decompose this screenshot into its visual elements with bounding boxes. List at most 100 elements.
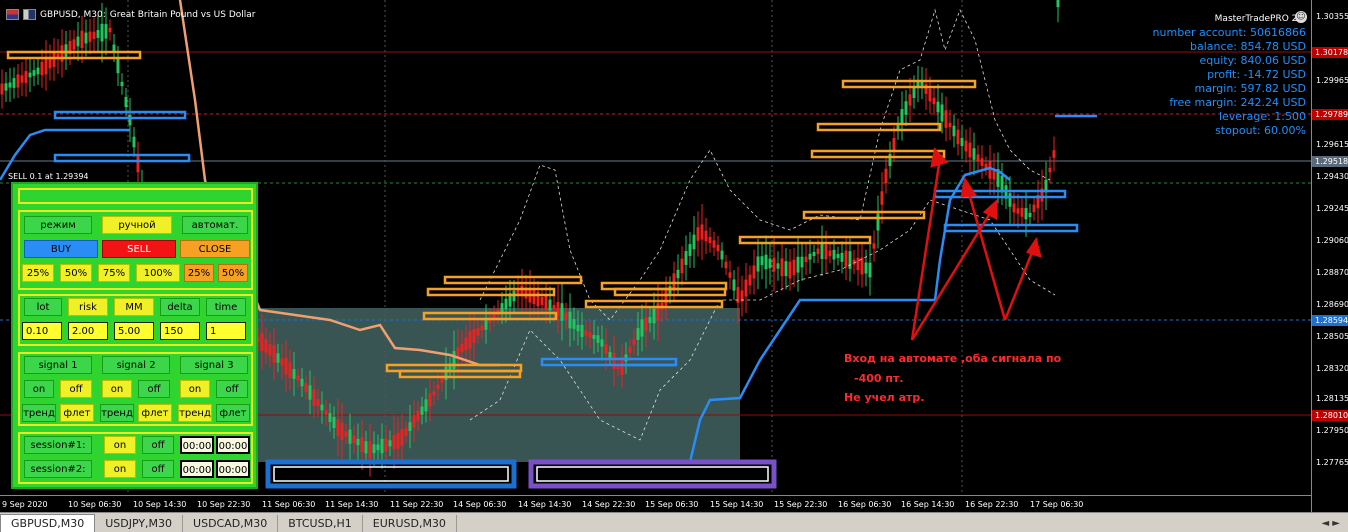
time-tick: 11 Sep 22:30 — [390, 500, 444, 509]
tab-scroll-arrows[interactable]: ◄ ► — [1321, 518, 1340, 529]
close-pct-50-button[interactable]: 50% — [218, 264, 248, 282]
price-tick: 1.30355 — [1316, 12, 1348, 21]
candle-body — [568, 311, 572, 329]
price-tick: 1.28135 — [1316, 394, 1348, 403]
candle-body — [336, 419, 340, 436]
candle-body — [952, 125, 956, 137]
time-tick: 10 Sep 22:30 — [197, 500, 251, 509]
candle-body — [372, 444, 376, 454]
time-tick: 9 Sep 2020 — [2, 500, 48, 509]
signal-2-off-button[interactable]: off — [138, 380, 170, 398]
time-label: time — [206, 298, 246, 316]
buy-button[interactable]: BUY — [24, 240, 98, 258]
candle-body — [1024, 208, 1028, 220]
candle-body — [712, 240, 716, 248]
candle-body — [92, 31, 96, 39]
auto-mode-button[interactable]: автомат. — [182, 216, 248, 234]
price-tick: 1.29060 — [1316, 236, 1348, 245]
candle-body — [936, 101, 940, 113]
buy-pct-75-button[interactable]: 75% — [98, 264, 130, 282]
time-tick: 16 Sep 06:30 — [838, 500, 892, 509]
candle-body — [480, 325, 484, 331]
candle-body — [312, 389, 316, 406]
lot-label: lot — [24, 298, 62, 316]
time-tick: 10 Sep 06:30 — [68, 500, 122, 509]
signal-1-trend-button[interactable]: тренд — [22, 404, 56, 422]
control-panel: режим ручной автомат. BUY SELL CLOSE 25%… — [11, 182, 258, 489]
candle-body — [644, 317, 648, 331]
buy-pct-25-button[interactable]: 25% — [22, 264, 54, 282]
candle-body — [376, 444, 380, 451]
candle-body — [116, 58, 120, 74]
candle-body — [592, 334, 596, 340]
time-input[interactable]: 1 — [206, 322, 246, 340]
annotation-line-1: Вход на автомате ,оба сигнала по — [844, 352, 1062, 365]
session-1-end-input[interactable]: 00:00 — [216, 436, 250, 454]
mm-input[interactable]: 5.00 — [114, 322, 154, 340]
sell-button[interactable]: SELL — [102, 240, 176, 258]
candle-body — [560, 303, 564, 321]
signal-2-trend-button[interactable]: тренд — [100, 404, 134, 422]
signal-1-on-button[interactable]: on — [24, 380, 54, 398]
candle-body — [100, 23, 104, 42]
candle-body — [736, 287, 740, 303]
signal-3-trend-button[interactable]: тренд — [178, 404, 212, 422]
candle-body — [572, 319, 576, 329]
mode-label: режим — [24, 216, 92, 234]
candle-body — [264, 339, 268, 353]
candle-body — [844, 250, 848, 267]
risk-input[interactable]: 2.00 — [68, 322, 108, 340]
candle-body — [820, 242, 824, 259]
candle-body — [120, 81, 124, 87]
candle-body — [12, 78, 16, 88]
tab-eurusd[interactable]: EURUSD,M30 — [363, 515, 457, 532]
time-tick: 15 Sep 22:30 — [774, 500, 828, 509]
candle-body — [576, 324, 580, 332]
tab-gbpusd[interactable]: GBPUSD,M30 — [0, 514, 96, 532]
close-pct-25-button[interactable]: 25% — [184, 264, 214, 282]
candle-body — [756, 256, 760, 272]
buy-pct-100-button[interactable]: 100% — [136, 264, 180, 282]
price-tag: 1.29789 — [1312, 109, 1348, 120]
account-line: free margin: 242.24 USD — [1169, 96, 1306, 109]
session-1-off-button[interactable]: off — [142, 436, 174, 454]
tab-btcusd[interactable]: BTCUSD,H1 — [278, 515, 363, 532]
candle-body — [856, 257, 860, 271]
manual-mode-button[interactable]: ручной — [102, 216, 172, 234]
signal-1-off-button[interactable]: off — [60, 380, 92, 398]
candle-body — [800, 256, 804, 268]
session-1-on-button[interactable]: on — [104, 436, 136, 454]
session-2-start-input[interactable]: 00:00 — [180, 460, 214, 478]
candle-body — [504, 298, 508, 310]
candle-body — [428, 393, 432, 407]
candle-body — [552, 304, 556, 310]
tab-usdjpy[interactable]: USDJPY,M30 — [95, 515, 184, 532]
signal-2-on-button[interactable]: on — [102, 380, 132, 398]
signal-1-flat-button[interactable]: флет — [60, 404, 94, 422]
sessions-section: session#1: on off 00:00 00:00 session#2:… — [18, 432, 253, 484]
session-2-on-button[interactable]: on — [104, 460, 136, 478]
candle-body — [280, 358, 284, 366]
account-line: number account: 50616866 — [1152, 26, 1306, 39]
delta-input[interactable]: 150 — [160, 322, 200, 340]
session-2-end-input[interactable]: 00:00 — [216, 460, 250, 478]
candle-body — [424, 399, 428, 412]
lot-input[interactable]: 0.10 — [22, 322, 62, 340]
candle-body — [580, 324, 584, 338]
session-1-start-input[interactable]: 00:00 — [180, 436, 214, 454]
session-2-off-button[interactable]: off — [142, 460, 174, 478]
tab-usdcad[interactable]: USDCAD,M30 — [183, 515, 279, 532]
candle-body — [532, 289, 536, 305]
signal-2-label: signal 2 — [102, 356, 170, 374]
signal-3-on-button[interactable]: on — [180, 380, 210, 398]
candle-body — [608, 352, 612, 358]
time-tick: 10 Sep 14:30 — [133, 500, 187, 509]
buy-pct-50-button[interactable]: 50% — [60, 264, 92, 282]
candle-body — [352, 435, 356, 444]
annotation-line-2: -400 пт. — [854, 372, 904, 385]
account-line: stopout: 60.00% — [1215, 124, 1306, 137]
signal-2-flat-button[interactable]: флет — [138, 404, 172, 422]
close-button[interactable]: CLOSE — [180, 240, 250, 258]
signal-3-flat-button[interactable]: флет — [216, 404, 250, 422]
signal-3-off-button[interactable]: off — [216, 380, 248, 398]
